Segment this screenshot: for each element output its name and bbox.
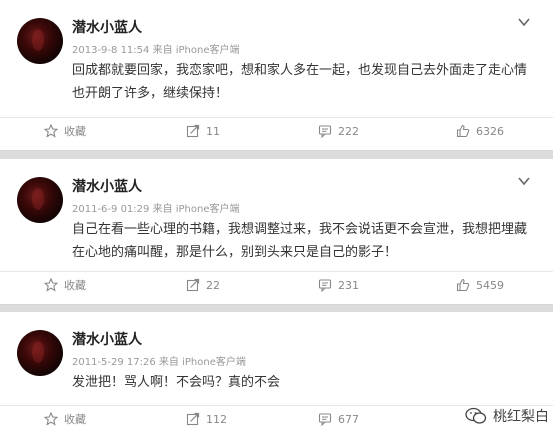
weibo-post: 潜水小蓝人 2011-6-9 01:29 来自 iPhone客户端 自己在看一些… — [0, 159, 553, 305]
favorite-label: 收藏 — [64, 279, 86, 292]
repost-button[interactable]: 112 — [186, 406, 227, 432]
post-text: 发泄把！骂人啊！不会吗？真的不会 — [72, 375, 281, 390]
watermark: 桃红梨白 — [465, 406, 549, 426]
comment-icon — [318, 413, 332, 426]
favorite-button[interactable]: 收藏 — [44, 272, 86, 298]
wechat-icon — [465, 407, 487, 424]
thumbs-up-icon — [456, 124, 470, 138]
post-meta: 2013-9-8 11:54 来自 iPhone客户端 — [72, 45, 240, 56]
repost-count: 112 — [206, 412, 227, 426]
star-icon — [44, 124, 58, 138]
weibo-post: 潜水小蓝人 2011-5-29 17:26 来自 iPhone客户端 发泄把！骂… — [0, 312, 553, 432]
repost-count: 22 — [206, 278, 220, 292]
comment-count: 222 — [338, 124, 359, 138]
username[interactable]: 潜水小蓝人 — [72, 17, 142, 37]
avatar[interactable] — [17, 177, 63, 223]
comment-icon — [318, 279, 332, 292]
post-text: 回成都就要回家，我恋家吧，想和家人多在一起，也发现自己去外面走了走心情也开朗了许… — [72, 63, 528, 101]
thumbs-up-icon — [456, 278, 470, 292]
favorite-button[interactable]: 收藏 — [44, 406, 86, 432]
favorite-label: 收藏 — [64, 413, 86, 426]
repost-count: 11 — [206, 124, 220, 138]
comment-count: 231 — [338, 278, 359, 292]
like-button[interactable]: 5459 — [456, 272, 504, 298]
repost-icon — [186, 124, 200, 138]
comment-button[interactable]: 222 — [318, 118, 359, 144]
repost-icon — [186, 412, 200, 426]
favorite-button[interactable]: 收藏 — [44, 118, 86, 144]
comment-button[interactable]: 231 — [318, 272, 359, 298]
like-count: 5459 — [476, 278, 504, 292]
chevron-down-icon[interactable] — [517, 16, 531, 28]
star-icon — [44, 412, 58, 426]
comment-button[interactable]: 677 — [318, 406, 359, 432]
like-count: 6326 — [476, 124, 504, 138]
username[interactable]: 潜水小蓝人 — [72, 176, 142, 196]
avatar[interactable] — [17, 330, 63, 376]
repost-button[interactable]: 22 — [186, 272, 220, 298]
watermark-text: 桃红梨白 — [493, 409, 549, 425]
action-bar: 收藏 11 222 6326 — [0, 117, 553, 144]
comment-count: 677 — [338, 412, 359, 426]
comment-icon — [318, 125, 332, 138]
weibo-post: 潜水小蓝人 2013-9-8 11:54 来自 iPhone客户端 回成都就要回… — [0, 0, 553, 151]
chevron-down-icon[interactable] — [517, 175, 531, 187]
avatar[interactable] — [17, 18, 63, 64]
post-meta: 2011-6-9 01:29 来自 iPhone客户端 — [72, 204, 240, 215]
username[interactable]: 潜水小蓝人 — [72, 329, 142, 349]
like-button[interactable]: 6326 — [456, 118, 504, 144]
action-bar: 收藏 22 231 5459 — [0, 271, 553, 298]
post-text: 自己在看一些心理的书籍，我想调整过来，我不会说话更不会宣泄，我想把埋藏在心地的痛… — [72, 222, 528, 260]
star-icon — [44, 278, 58, 292]
favorite-label: 收藏 — [64, 125, 86, 138]
repost-button[interactable]: 11 — [186, 118, 220, 144]
repost-icon — [186, 278, 200, 292]
post-meta: 2011-5-29 17:26 来自 iPhone客户端 — [72, 357, 246, 368]
